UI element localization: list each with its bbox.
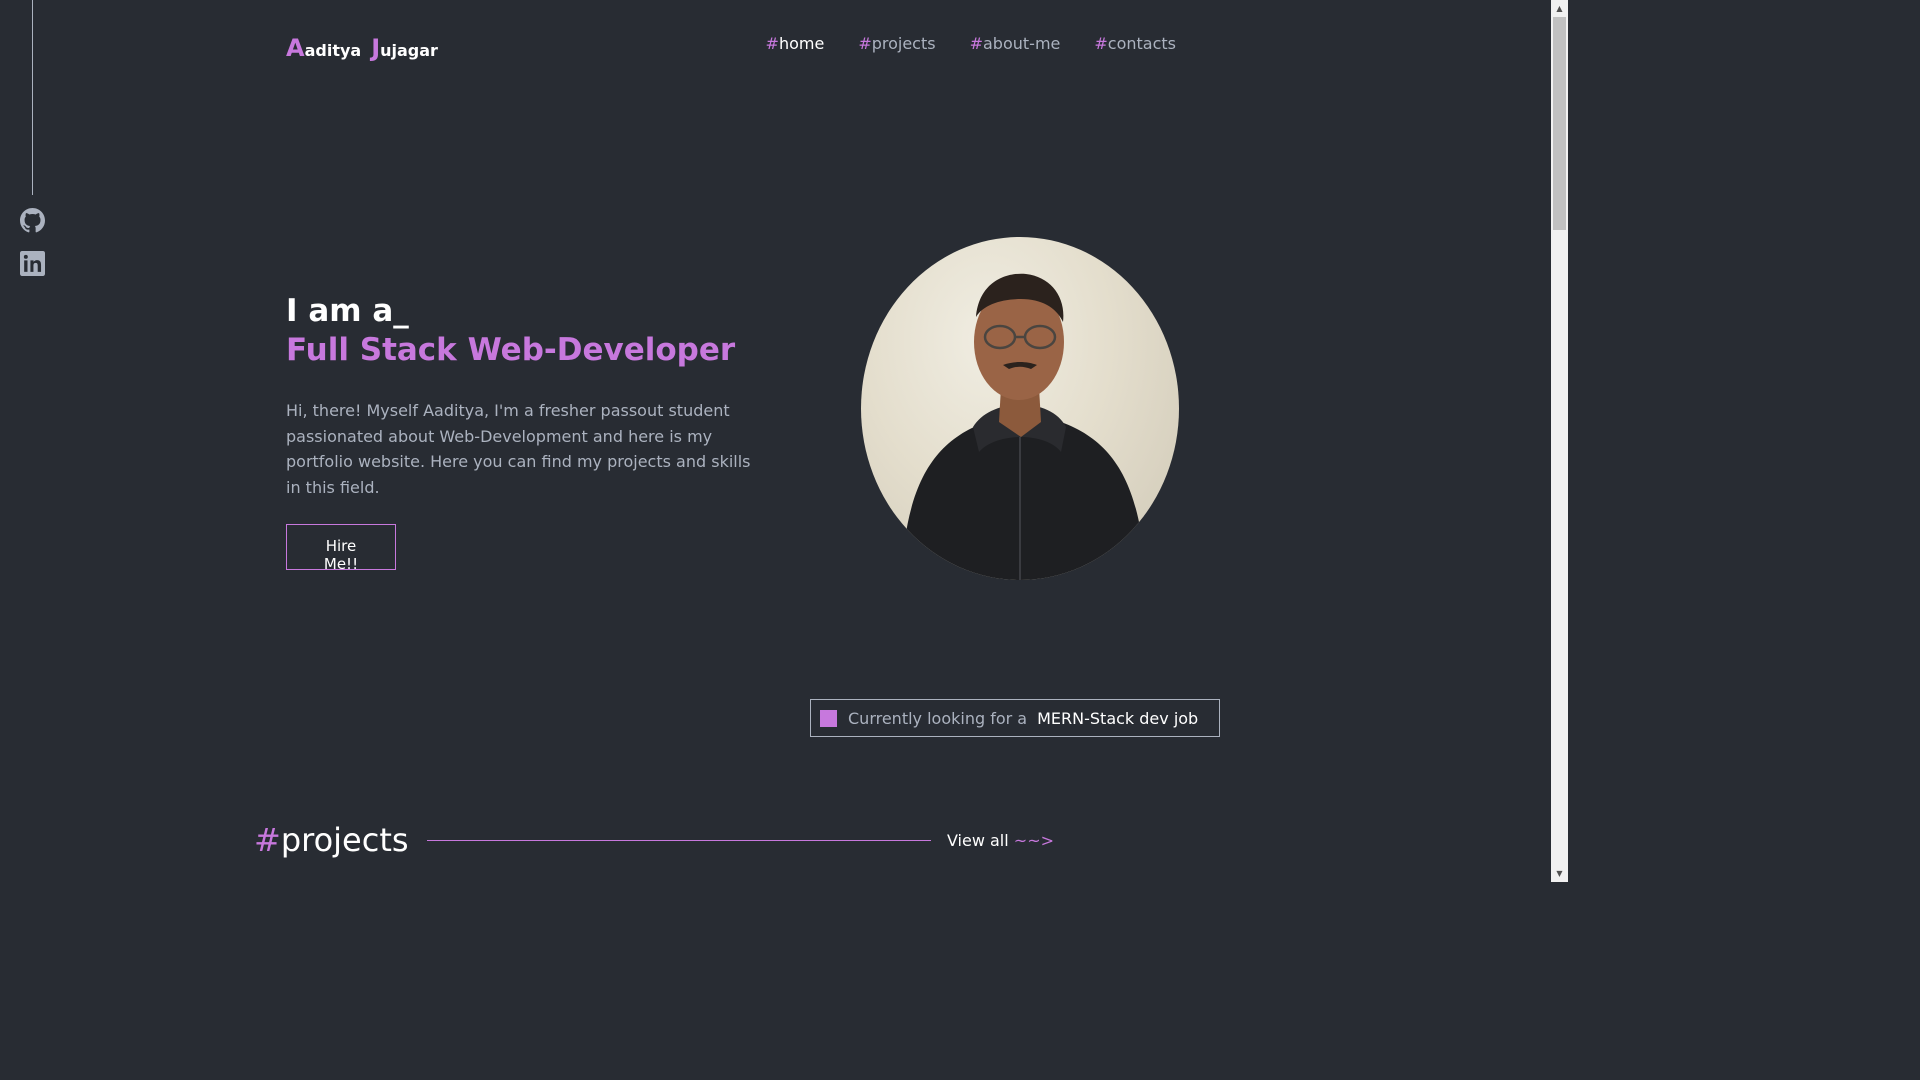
profile-photo bbox=[861, 237, 1179, 580]
linkedin-icon[interactable] bbox=[20, 251, 45, 276]
sidebar-line bbox=[32, 0, 33, 195]
nav-home-label: home bbox=[778, 34, 825, 53]
vertical-scrollbar[interactable]: ▲ ▼ bbox=[1551, 0, 1568, 882]
view-all-arrow: ~~> bbox=[1013, 830, 1054, 850]
top-header: Aaditya Jujagar #home #projects #about-m… bbox=[286, 34, 1176, 74]
hero-description: Hi, there! Myself Aaditya, I'm a fresher… bbox=[286, 401, 751, 497]
scroll-down-arrow-icon[interactable]: ▼ bbox=[1551, 865, 1568, 882]
status-prefix: Currently looking for a bbox=[848, 708, 1028, 728]
nav-hash: # bbox=[858, 34, 872, 53]
nav-hash: # bbox=[1094, 34, 1108, 53]
logo-initial-a: A bbox=[286, 34, 305, 62]
logo-first-rest: aditya bbox=[304, 41, 362, 60]
section-hash: # bbox=[254, 821, 281, 859]
status-square-icon bbox=[820, 709, 837, 727]
logo-first-name: Aaditya bbox=[286, 34, 361, 62]
nav-projects-label: projects bbox=[871, 34, 936, 53]
logo-last-name: Jujagar bbox=[371, 34, 438, 62]
nav-projects[interactable]: #projects bbox=[858, 34, 935, 53]
main-nav: #home #projects #about-me #contacts bbox=[766, 34, 1176, 53]
scroll-thumb[interactable] bbox=[1553, 17, 1566, 230]
github-icon[interactable] bbox=[20, 208, 45, 233]
nav-contacts[interactable]: #contacts bbox=[1094, 34, 1176, 53]
site-logo[interactable]: Aaditya Jujagar bbox=[286, 34, 438, 62]
nav-contacts-label: contacts bbox=[1107, 34, 1176, 53]
job-status-banner: Currently looking for a MERN-Stack dev j… bbox=[810, 699, 1220, 737]
status-highlight: MERN-Stack dev job bbox=[1037, 708, 1199, 728]
nav-hash: # bbox=[969, 34, 983, 53]
logo-initial-j: J bbox=[371, 34, 381, 62]
nav-about-me-label: about-me bbox=[983, 34, 1061, 53]
nav-home[interactable]: #home bbox=[766, 34, 825, 53]
hire-me-button[interactable]: Hire Me!! bbox=[286, 524, 396, 573]
scroll-up-arrow-icon[interactable]: ▲ bbox=[1551, 0, 1568, 17]
projects-section-header: #projects View all ~~> bbox=[254, 818, 1054, 862]
logo-last-rest: ujagar bbox=[380, 41, 438, 60]
section-divider bbox=[426, 839, 931, 841]
hero-subtitle: Full Stack Web-Developer bbox=[286, 332, 736, 368]
section-title-label: projects bbox=[280, 821, 409, 859]
hero-title: I am a_ bbox=[286, 293, 409, 329]
hero-section: I am a_ Full Stack Web-Developer Hi, the… bbox=[286, 292, 766, 573]
nav-hash: # bbox=[765, 34, 779, 53]
view-all-link[interactable]: View all ~~> bbox=[947, 831, 1054, 850]
view-all-label: View all bbox=[946, 830, 1009, 850]
projects-section-title: #projects bbox=[254, 821, 409, 859]
nav-about-me[interactable]: #about-me bbox=[970, 34, 1061, 53]
